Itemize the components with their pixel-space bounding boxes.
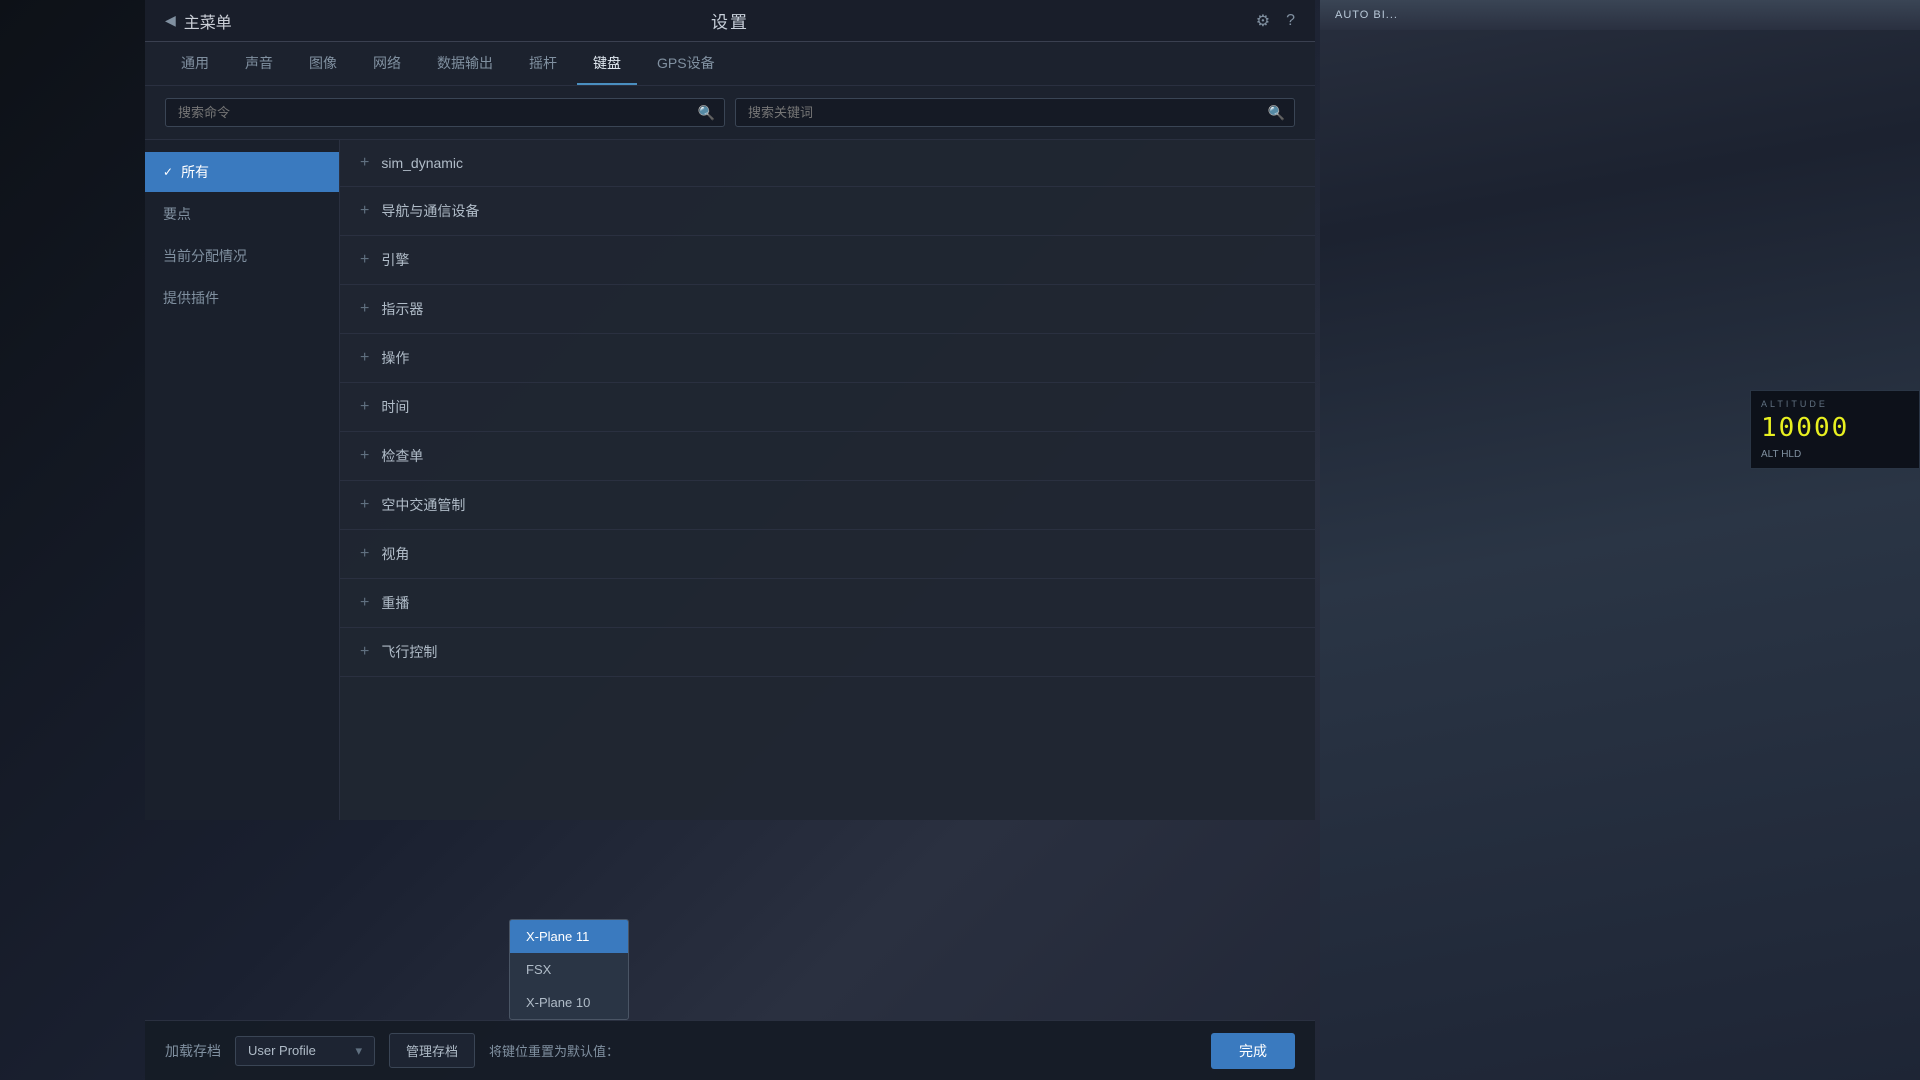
- profile-dropdown[interactable]: User Profile ▾: [235, 1036, 375, 1066]
- list-item-label-3: 指示器: [381, 299, 423, 319]
- list-item[interactable]: + 导航与通信设备: [340, 187, 1315, 236]
- sidebar-item-plugins[interactable]: 提供插件: [145, 278, 339, 318]
- page-title: 设置: [711, 8, 749, 33]
- expand-icon-9: +: [360, 594, 369, 612]
- sidebar-item-all[interactable]: 所有: [145, 152, 339, 192]
- command-search-icon: 🔍: [698, 104, 715, 121]
- list-item[interactable]: + 引擎: [340, 236, 1315, 285]
- tab-joystick[interactable]: 摇杆: [513, 43, 573, 85]
- done-button[interactable]: 完成: [1211, 1033, 1295, 1069]
- back-label: 主菜单: [184, 9, 232, 33]
- keyword-search-icon: 🔍: [1268, 104, 1285, 121]
- reset-label: 将键位重置为默认值：: [489, 1041, 619, 1060]
- main-list: + sim_dynamic + 导航与通信设备 + 引擎 + 指示器 + 操作 …: [340, 140, 1315, 820]
- keyword-search-input[interactable]: [735, 98, 1295, 127]
- expand-icon-7: +: [360, 496, 369, 514]
- list-item[interactable]: + 时间: [340, 383, 1315, 432]
- tab-keyboard[interactable]: 键盘: [577, 43, 637, 85]
- keyword-search-wrap: 🔍: [735, 98, 1295, 127]
- tab-network[interactable]: 网络: [357, 43, 417, 85]
- list-item-label-0: sim_dynamic: [381, 155, 463, 171]
- altitude-value: 10000: [1761, 413, 1909, 443]
- cockpit-top-bar: AUTO BI...: [1335, 9, 1398, 21]
- tab-sound[interactable]: 声音: [229, 43, 289, 85]
- cockpit-right-panel: AUTO BI... ALTITUDE 10000 ALT HLD: [1320, 0, 1920, 1080]
- expand-icon-2: +: [360, 251, 369, 269]
- list-item[interactable]: + 空中交通管制: [340, 481, 1315, 530]
- list-item-label-9: 重播: [381, 593, 409, 613]
- chevron-down-icon: ▾: [355, 1043, 362, 1059]
- expand-icon-3: +: [360, 300, 369, 318]
- settings-icon[interactable]: ⚙: [1256, 11, 1270, 31]
- command-search-input[interactable]: [165, 98, 725, 127]
- expand-icon-5: +: [360, 398, 369, 416]
- dropdown-option-fsx[interactable]: FSX: [510, 953, 628, 986]
- content-area: 所有 要点 当前分配情况 提供插件 + sim_dynamic + 导航与通信设…: [145, 140, 1315, 820]
- settings-panel: ◀ 主菜单 设置 ⚙ ? 通用 声音 图像 网络 数据输出 摇杆 键盘 GPS设…: [145, 0, 1315, 820]
- title-bar-icons: ⚙ ?: [1256, 11, 1295, 31]
- list-item[interactable]: + 视角: [340, 530, 1315, 579]
- profile-dropdown-popup: X-Plane 11 FSX X-Plane 10: [509, 919, 629, 1020]
- altitude-label: ALTITUDE: [1761, 399, 1909, 409]
- alt-hold-label: ALT HLD: [1761, 449, 1909, 460]
- profile-value: User Profile: [248, 1043, 316, 1058]
- list-item-label-10: 飞行控制: [381, 642, 437, 662]
- dropdown-option-xplane11[interactable]: X-Plane 11: [510, 920, 628, 953]
- expand-icon-1: +: [360, 202, 369, 220]
- dropdown-option-xplane10[interactable]: X-Plane 10: [510, 986, 628, 1019]
- tab-general[interactable]: 通用: [165, 43, 225, 85]
- list-item-label-5: 时间: [381, 397, 409, 417]
- footer-bar: 加载存档 User Profile ▾ 管理存档 将键位重置为默认值： 完成: [145, 1020, 1315, 1080]
- list-item-label-2: 引擎: [381, 250, 409, 270]
- list-item-label-7: 空中交通管制: [381, 495, 465, 515]
- list-item[interactable]: + 飞行控制: [340, 628, 1315, 677]
- list-item[interactable]: + 指示器: [340, 285, 1315, 334]
- expand-icon-4: +: [360, 349, 369, 367]
- list-item[interactable]: + 检查单: [340, 432, 1315, 481]
- help-icon[interactable]: ?: [1286, 12, 1295, 30]
- expand-icon-10: +: [360, 643, 369, 661]
- sidebar-item-current[interactable]: 当前分配情况: [145, 236, 339, 276]
- search-row: 🔍 🔍: [145, 86, 1315, 140]
- expand-icon-6: +: [360, 447, 369, 465]
- expand-icon-0: +: [360, 154, 369, 172]
- nav-tabs: 通用 声音 图像 网络 数据输出 摇杆 键盘 GPS设备: [145, 42, 1315, 86]
- manage-button[interactable]: 管理存档: [389, 1033, 475, 1068]
- tab-data-output[interactable]: 数据输出: [421, 43, 509, 85]
- list-item-label-1: 导航与通信设备: [381, 201, 479, 221]
- sidebar: 所有 要点 当前分配情况 提供插件: [145, 140, 340, 820]
- back-button[interactable]: ◀ 主菜单: [165, 9, 232, 33]
- list-item[interactable]: + 重播: [340, 579, 1315, 628]
- tab-gps[interactable]: GPS设备: [641, 43, 731, 85]
- load-label: 加载存档: [165, 1041, 221, 1061]
- expand-icon-8: +: [360, 545, 369, 563]
- tab-graphics[interactable]: 图像: [293, 43, 353, 85]
- command-search-wrap: 🔍: [165, 98, 725, 127]
- back-arrow-icon: ◀: [165, 12, 176, 29]
- list-item-label-8: 视角: [381, 544, 409, 564]
- title-bar: ◀ 主菜单 设置 ⚙ ?: [145, 0, 1315, 42]
- list-item[interactable]: + 操作: [340, 334, 1315, 383]
- list-item-label-6: 检查单: [381, 446, 423, 466]
- list-item-label-4: 操作: [381, 348, 409, 368]
- sidebar-item-keypoints[interactable]: 要点: [145, 194, 339, 234]
- list-item[interactable]: + sim_dynamic: [340, 140, 1315, 187]
